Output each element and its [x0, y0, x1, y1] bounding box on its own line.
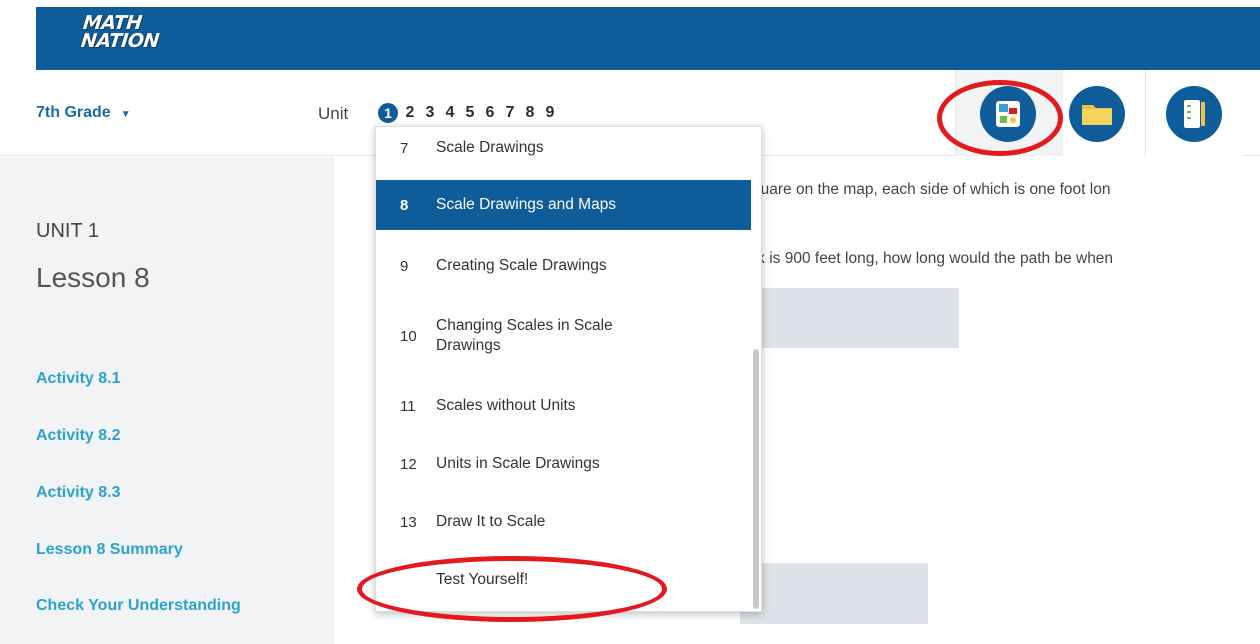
lesson-label: Scales without Units — [436, 397, 576, 414]
lesson-number: 9 — [400, 257, 409, 275]
lesson-label: Scale Drawings and Maps — [436, 196, 617, 213]
lesson-dropdown: 7 Scale Drawings 8 Scale Drawings and Ma… — [375, 126, 762, 612]
workspace-icon — [980, 86, 1036, 142]
unit-9-button[interactable]: 9 — [540, 104, 560, 122]
lesson-item-10[interactable]: 10 Changing Scales in Scale Drawings — [376, 305, 751, 367]
notebook-icon-graphic — [1184, 100, 1205, 128]
unit-heading: UNIT 1 — [36, 220, 99, 242]
math-nation-logo[interactable]: MATH NATION — [36, 2, 160, 66]
sidebar-link-activity-8-1[interactable]: Activity 8.1 — [36, 370, 120, 388]
sidebar-link-activity-8-3[interactable]: Activity 8.3 — [36, 484, 120, 502]
folder-icon — [1069, 86, 1125, 142]
lesson-number: 10 — [400, 327, 417, 345]
unit-6-button[interactable]: 6 — [480, 104, 500, 122]
folder-icon-graphic — [1082, 105, 1112, 125]
lesson-label: Test Yourself! — [436, 571, 529, 588]
lesson-item-9[interactable]: 9 Creating Scale Drawings — [376, 241, 751, 291]
top-strip — [0, 0, 1260, 7]
unit-1-button[interactable]: 1 — [378, 103, 398, 123]
lesson-item-8[interactable]: 8 Scale Drawings and Maps — [376, 180, 751, 230]
lesson-label: Units in Scale Drawings — [436, 455, 600, 472]
answer-box-2[interactable] — [740, 563, 928, 624]
grade-selector[interactable]: 7th Grade ▼ — [36, 104, 131, 122]
answer-box-1[interactable] — [740, 288, 959, 348]
lesson-label: Draw It to Scale — [436, 513, 546, 530]
unit-5-button[interactable]: 5 — [460, 104, 480, 122]
sidebar-link-activity-8-2[interactable]: Activity 8.2 — [36, 427, 120, 445]
lesson-label: Scale Drawings — [436, 139, 544, 156]
notebook-icon — [1166, 86, 1222, 142]
dropdown-scroll-thumb[interactable] — [753, 349, 759, 609]
logo-line-2: NATION — [79, 30, 161, 52]
lesson-number: 11 — [400, 397, 416, 415]
app-header — [36, 7, 1260, 70]
lesson-number: 8 — [400, 196, 409, 214]
sidebar-link-check-understanding[interactable]: Check Your Understanding — [36, 597, 241, 615]
question-text-2: rk is 900 feet long, how long would the … — [752, 250, 1114, 267]
lesson-label: Changing Scales in Scale Drawings — [436, 317, 613, 354]
lesson-item-test-yourself[interactable]: Test Yourself! — [376, 555, 751, 605]
lesson-number: 13 — [400, 513, 417, 531]
lesson-item-13[interactable]: 13 Draw It to Scale — [376, 497, 751, 547]
unit-4-button[interactable]: 4 — [440, 104, 460, 122]
lesson-label: Creating Scale Drawings — [436, 257, 607, 274]
unit-7-button[interactable]: 7 — [500, 104, 520, 122]
chevron-down-icon: ▼ — [120, 109, 131, 120]
sidebar-link-lesson-summary[interactable]: Lesson 8 Summary — [36, 541, 183, 559]
unit-3-button[interactable]: 3 — [420, 104, 440, 122]
tab-folder[interactable] — [1063, 70, 1145, 156]
unit-label: Unit — [318, 104, 349, 123]
tab-workspace[interactable] — [955, 70, 1063, 156]
grade-label: 7th Grade — [36, 104, 111, 121]
unit-selector: 1 2 3 4 5 6 7 8 9 — [378, 103, 560, 123]
unit-2-button[interactable]: 2 — [400, 104, 420, 122]
lesson-item-7[interactable]: 7 Scale Drawings — [376, 127, 751, 169]
workspace-icon-graphic — [996, 101, 1020, 127]
lesson-number: 12 — [400, 455, 417, 473]
tab-notebook[interactable] — [1145, 70, 1243, 156]
unit-8-button[interactable]: 8 — [520, 104, 540, 122]
lesson-item-11[interactable]: 11 Scales without Units — [376, 381, 751, 431]
lesson-number: 7 — [400, 139, 409, 157]
lesson-heading: Lesson 8 — [36, 262, 150, 293]
lesson-item-12[interactable]: 12 Units in Scale Drawings — [376, 439, 751, 489]
dropdown-scrollbar[interactable] — [751, 127, 761, 611]
question-text-1: quare on the map, each side of which is … — [752, 181, 1111, 198]
